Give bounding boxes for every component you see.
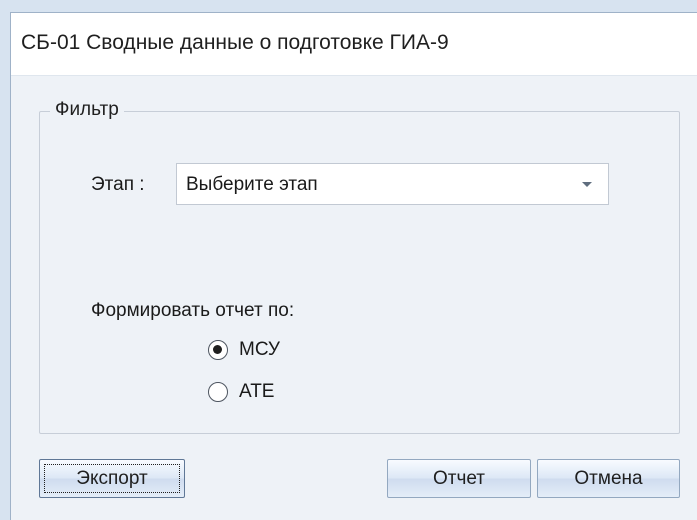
radio-ate[interactable]: [208, 382, 228, 402]
dialog-title: СБ-01 Сводные данные о подготовке ГИА-9: [21, 31, 449, 54]
radio-ate-label: АТЕ: [239, 381, 275, 402]
radio-option-ate[interactable]: АТЕ: [208, 380, 274, 404]
radio-msu-label: МСУ: [239, 339, 280, 360]
cancel-button[interactable]: Отмена: [537, 459, 680, 498]
report-dialog: СБ-01 Сводные данные о подготовке ГИА-9 …: [10, 12, 697, 520]
chevron-down-icon[interactable]: [582, 182, 592, 187]
radio-msu[interactable]: [208, 340, 228, 360]
stage-dropdown-value: Выберите этап: [186, 174, 318, 195]
export-button[interactable]: Экспорт: [39, 459, 185, 498]
stage-dropdown[interactable]: Выберите этап: [176, 163, 609, 205]
filter-group: Фильтр Этап : Выберите этап Формировать …: [39, 99, 680, 434]
radio-option-msu[interactable]: МСУ: [208, 338, 280, 362]
dialog-title-bar: СБ-01 Сводные данные о подготовке ГИА-9: [11, 13, 697, 76]
filter-group-label: Фильтр: [50, 99, 124, 121]
report-by-label: Формировать отчет по:: [91, 300, 295, 321]
report-button[interactable]: Отчет: [387, 459, 531, 498]
stage-label: Этап :: [91, 174, 145, 195]
